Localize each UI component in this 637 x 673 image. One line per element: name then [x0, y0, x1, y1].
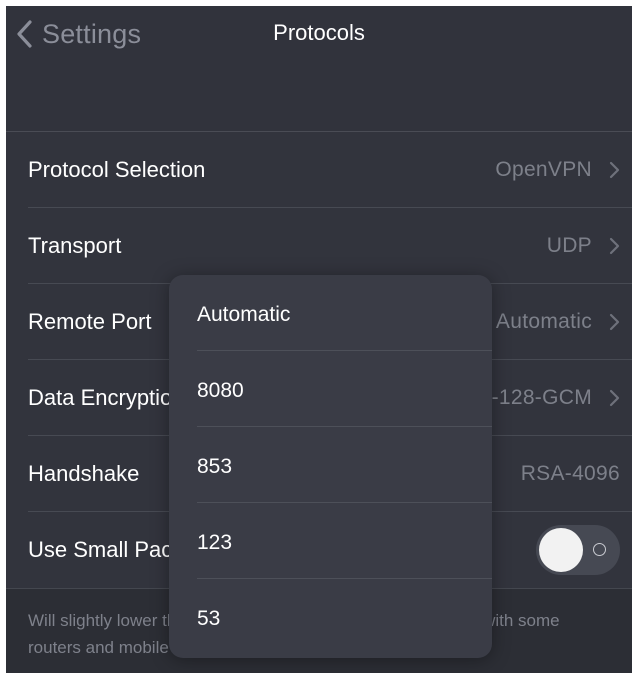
- row-label: Remote Port: [28, 309, 152, 334]
- row-value: Automatic: [495, 310, 592, 333]
- row-value: RSA-4096: [520, 462, 620, 485]
- port-option[interactable]: Automatic: [169, 275, 492, 351]
- navigation-bar: Settings Protocols: [6, 6, 632, 131]
- protocol-selection-row[interactable]: Protocol Selection OpenVPN: [6, 132, 632, 208]
- toggle-knob: [539, 528, 583, 572]
- small-packets-toggle[interactable]: [536, 525, 620, 575]
- row-value: OpenVPN: [495, 158, 592, 181]
- port-option[interactable]: 853: [169, 427, 492, 503]
- transport-row[interactable]: Transport UDP: [6, 208, 632, 284]
- chevron-right-icon: [609, 389, 620, 407]
- port-option[interactable]: 53: [169, 579, 492, 655]
- option-label: 8080: [197, 379, 244, 402]
- row-value: UDP: [546, 234, 592, 257]
- remote-port-popover: Automatic 8080 853 123 53: [169, 275, 492, 658]
- port-option[interactable]: 123: [169, 503, 492, 579]
- option-label: 53: [197, 607, 221, 630]
- row-label: Handshake: [28, 461, 140, 486]
- row-label: Data Encryption: [28, 385, 185, 410]
- page-title: Protocols: [273, 20, 365, 45]
- row-label: Transport: [28, 233, 122, 258]
- chevron-right-icon: [609, 237, 620, 255]
- chevron-right-icon: [609, 313, 620, 331]
- toggle-off-indicator-icon: [593, 543, 606, 556]
- option-label: Automatic: [197, 303, 291, 326]
- option-label: 853: [197, 455, 233, 478]
- chevron-right-icon: [609, 161, 620, 179]
- settings-screen: Settings Protocols Protocol Selection Op…: [6, 6, 632, 673]
- port-option[interactable]: 8080: [169, 351, 492, 427]
- option-label: 123: [197, 531, 233, 554]
- row-label: Protocol Selection: [28, 157, 206, 182]
